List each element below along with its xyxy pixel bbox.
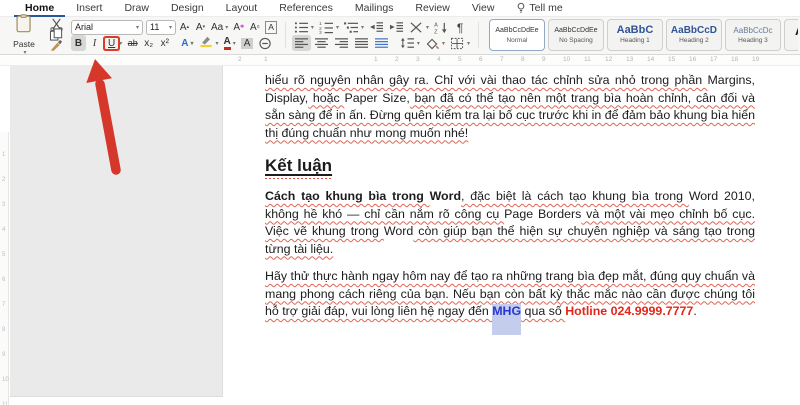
tab-insert[interactable]: Insert xyxy=(65,0,113,17)
vertical-ruler[interactable]: 12345678910111213 xyxy=(0,132,9,405)
phonetic-guide-button[interactable]: Aɑ xyxy=(247,19,262,35)
text-effects-button[interactable]: A xyxy=(179,35,195,51)
svg-text:Z: Z xyxy=(434,29,438,33)
svg-text:¶: ¶ xyxy=(457,21,463,34)
paragraph: Hãy thử thực hành ngay hôm nay để tạo ra… xyxy=(265,269,755,318)
bullets-icon[interactable] xyxy=(292,19,316,35)
bulb-icon xyxy=(516,2,526,14)
tab-layout[interactable]: Layout xyxy=(215,0,269,17)
ribbon-toolbar: Paste Arial 11 A A Aa A✱ Aɑ A xyxy=(0,14,800,55)
asian-layout-icon[interactable] xyxy=(407,19,431,35)
word-window: Home Insert Draw Design Layout References Mail… xyxy=(0,0,800,405)
paragraph: hiểu rõ nguyên nhân gây ra. Chỉ với vài … xyxy=(265,73,755,140)
svg-text:3: 3 xyxy=(319,30,322,34)
chevron-down-icon: ▾ xyxy=(119,40,123,47)
tab-review[interactable]: Review xyxy=(404,0,460,17)
enclose-characters-icon[interactable] xyxy=(256,35,275,51)
shading-icon[interactable] xyxy=(423,35,447,51)
paragraph: Cách tạo khung bìa trong Word, đặc biệt … xyxy=(265,189,756,256)
font-color-button[interactable]: A xyxy=(222,35,238,51)
distribute-text-icon[interactable] xyxy=(372,35,391,51)
shrink-font-button[interactable]: A xyxy=(193,19,208,35)
style-no-spacing[interactable]: AaBbCcDdEe No Spacing xyxy=(547,19,604,51)
style-heading-2[interactable]: AaBbCcD Heading 2 xyxy=(665,19,722,51)
empty-page-area xyxy=(10,66,223,397)
italic-button[interactable]: I xyxy=(87,35,102,51)
paste-button[interactable]: Paste xyxy=(6,14,42,51)
multilevel-list-icon[interactable] xyxy=(342,19,366,35)
superscript-button[interactable]: x² xyxy=(157,35,172,51)
show-paragraph-marks-icon[interactable]: ¶ xyxy=(452,19,471,35)
ribbon-tab-bar: Home Insert Draw Design Layout References Mail… xyxy=(0,0,800,17)
bold-button[interactable]: B xyxy=(71,35,86,51)
change-case-button[interactable]: Aa xyxy=(209,19,230,35)
font-size-select[interactable]: 11 xyxy=(146,19,176,35)
tab-list: Home Insert Draw Design Layout References Mail… xyxy=(14,0,574,17)
highlighter-icon xyxy=(199,35,214,51)
numbering-icon[interactable]: 123 xyxy=(317,19,341,35)
increase-indent-icon[interactable] xyxy=(387,19,406,35)
tab-references[interactable]: References xyxy=(268,0,344,17)
document-workspace: 12345678910111213 hiểu rõ nguyên nhân gâ… xyxy=(0,66,800,405)
paste-label: Paste xyxy=(13,39,35,49)
style-title[interactable]: AaBbTitle xyxy=(783,19,798,51)
highlight-button[interactable] xyxy=(197,35,221,51)
font-name-value: Arial xyxy=(75,22,94,32)
align-center-icon[interactable] xyxy=(312,35,331,51)
heading-text: Kết luận xyxy=(265,156,333,179)
font-size-value: 11 xyxy=(150,22,160,32)
document-page[interactable]: hiểu rõ nguyên nhân gây ra. Chỉ với vài … xyxy=(223,66,800,405)
font-name-select[interactable]: Arial xyxy=(71,19,143,35)
phonetic-mark-icon: ɑ xyxy=(256,24,260,30)
grow-font-button[interactable]: A xyxy=(177,19,192,35)
tab-draw[interactable]: Draw xyxy=(113,0,160,17)
align-right-icon[interactable] xyxy=(332,35,351,51)
tab-design[interactable]: Design xyxy=(160,0,215,17)
align-left-icon[interactable] xyxy=(291,35,311,51)
character-shading-button[interactable]: A xyxy=(239,35,256,51)
subscript-button[interactable]: x₂ xyxy=(141,35,156,51)
style-heading-1[interactable]: AaBbC Heading 1 xyxy=(606,19,663,51)
style-heading-3[interactable]: AaBbCcDc Heading 3 xyxy=(724,19,781,51)
underline-annotation-box: U xyxy=(105,37,119,49)
borders-icon[interactable] xyxy=(448,35,472,51)
justify-icon[interactable] xyxy=(352,35,371,51)
svg-text:A: A xyxy=(434,22,438,28)
styles-gallery: AaBbCcDdEe Normal AaBbCcDdEe No Spacing AaBb… xyxy=(485,19,798,51)
selected-text: MHG xyxy=(492,304,522,318)
tab-mailings[interactable]: Mailings xyxy=(344,0,405,17)
horizontal-ruler[interactable]: 2 1 1 2 3 4 5 6 7 8 9 10 11 12 13 14 15 16 17 18 19 xyxy=(0,55,800,66)
divider xyxy=(477,22,479,48)
style-normal[interactable]: AaBbCcDdEe Normal xyxy=(488,19,545,51)
divider xyxy=(284,22,286,48)
clipboard-icon xyxy=(16,14,32,38)
character-border-button[interactable]: A xyxy=(263,19,279,35)
sort-icon[interactable]: AZ xyxy=(432,19,451,35)
format-painter-icon[interactable] xyxy=(47,40,66,52)
underline-button[interactable]: U ▾ xyxy=(103,35,124,51)
section-heading: Kết luận xyxy=(265,156,755,179)
hotline-text: Hotline 024.9999.7777 xyxy=(565,304,694,318)
tab-tell-me[interactable]: Tell me xyxy=(505,0,573,17)
clear-formatting-button[interactable]: A ✱ xyxy=(231,19,246,35)
sparkle-icon: ✱ xyxy=(239,24,245,30)
tab-view[interactable]: View xyxy=(461,0,506,17)
decrease-indent-icon[interactable] xyxy=(367,19,386,35)
line-spacing-icon[interactable] xyxy=(398,35,422,51)
strikethrough-button[interactable]: ab xyxy=(125,35,140,51)
